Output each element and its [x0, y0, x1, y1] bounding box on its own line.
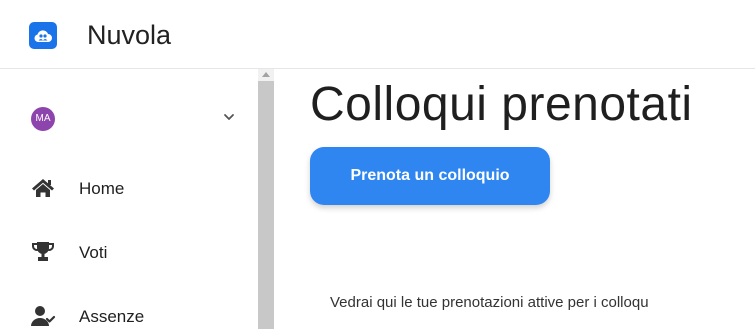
book-meeting-button[interactable]: Prenota un colloquio	[310, 147, 550, 205]
sidebar-item-home[interactable]: Home	[0, 168, 258, 208]
sidebar-scrollbar[interactable]	[258, 69, 274, 329]
user-menu[interactable]: MA	[0, 99, 258, 139]
avatar[interactable]: MA	[31, 107, 55, 131]
app-name[interactable]: Nuvola	[87, 18, 171, 52]
trophy-icon	[31, 242, 55, 261]
scrollbar-thumb[interactable]	[258, 81, 274, 329]
app-header: Nuvola	[0, 0, 755, 69]
home-icon	[32, 179, 54, 197]
chevron-down-icon[interactable]	[222, 110, 236, 124]
page-title: Colloqui prenotati	[310, 78, 693, 131]
main-content: Colloqui prenotati Prenota un colloquio …	[274, 69, 755, 329]
sidebar-item-assenze[interactable]: Assenze	[0, 296, 258, 336]
sidebar-item-label: Voti	[79, 243, 108, 262]
empty-state-text: Vedrai qui le tue prenotazioni attive pe…	[330, 294, 649, 311]
sidebar-item-voti[interactable]: Voti	[0, 232, 258, 272]
scroll-up-arrow[interactable]	[262, 72, 270, 77]
user-check-icon	[31, 306, 56, 326]
sidebar-item-label: Assenze	[79, 307, 145, 326]
sidebar-item-label: Home	[79, 179, 125, 198]
cloud-people-icon[interactable]	[29, 22, 57, 49]
sidebar: MA Home Voti Assenze	[0, 69, 258, 329]
